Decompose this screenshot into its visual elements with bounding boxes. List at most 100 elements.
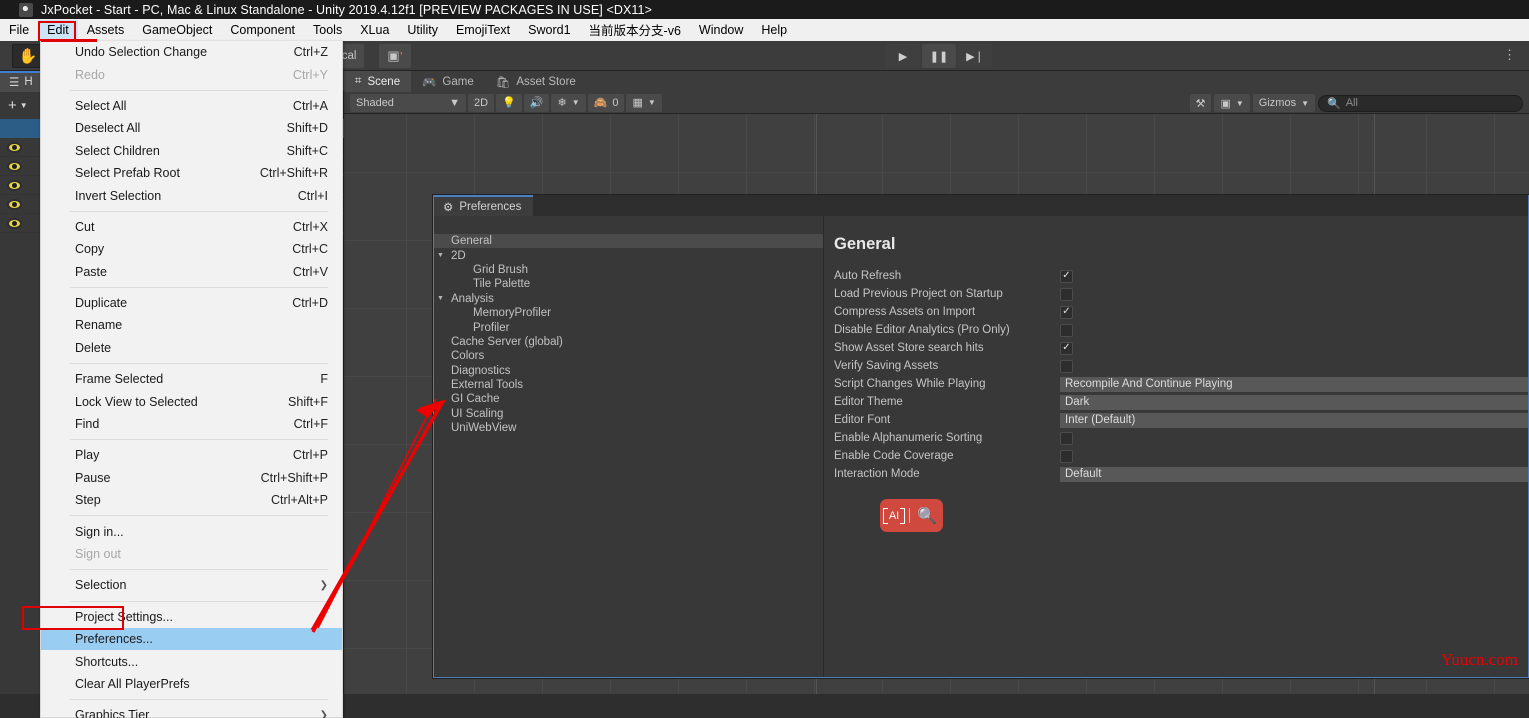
draw-mode-dropdown[interactable]: Shaded ▼ — [350, 93, 466, 112]
settings-rows: Auto Refresh ✓ Load Previous Project on St… — [834, 267, 1528, 483]
light-bulb-icon[interactable]: 💡 — [496, 93, 522, 112]
edit-menu-item-delete[interactable]: Delete — [41, 337, 342, 359]
speaker-icon[interactable]: 🔊 — [523, 93, 550, 112]
pref-category-memoryprofiler[interactable]: MemoryProfiler — [434, 306, 823, 320]
toggle-2d-button[interactable]: 2D — [468, 93, 495, 112]
pref-category-grid-brush[interactable]: Grid Brush — [434, 263, 823, 277]
edit-menu-item-undo-selection-change[interactable]: Undo Selection Change Ctrl+Z — [41, 41, 342, 63]
edit-menu-item-copy[interactable]: Copy Ctrl+C — [41, 238, 342, 260]
setting-checkbox[interactable]: ✓ — [1060, 341, 1073, 355]
eye-off-icon[interactable]: 🙈 0 — [587, 93, 625, 112]
pref-category-colors[interactable]: Colors — [434, 349, 823, 363]
setting-dropdown[interactable]: Default — [1060, 466, 1528, 482]
pref-category-label: UniWebView — [451, 422, 517, 435]
edit-menu-item-play[interactable]: Play Ctrl+P — [41, 444, 342, 466]
pref-category-tile-palette[interactable]: Tile Palette — [434, 277, 823, 291]
scene-search-input[interactable]: 🔍 All — [1318, 94, 1523, 112]
tab-hierarchy[interactable]: ☰ H — [0, 70, 42, 92]
edit-menu-item-project-settings[interactable]: Project Settings... — [41, 606, 342, 628]
setting-label: Editor Theme — [834, 396, 903, 408]
add-gameobject-button[interactable]: + ▼ — [8, 97, 28, 114]
pref-category-uniwebview[interactable]: UniWebView — [434, 421, 823, 435]
chevron-down-icon[interactable]: ▼ — [434, 252, 447, 259]
edit-menu-item-lock-view-to-selected[interactable]: Lock View to Selected Shift+F — [41, 390, 342, 412]
setting-row: Script Changes While Playing Recompile An… — [834, 375, 1528, 393]
pref-category-profiler[interactable]: Profiler — [434, 320, 823, 334]
edit-menu-item-preferences[interactable]: Preferences... — [41, 627, 342, 651]
pref-category-ui-scaling[interactable]: UI Scaling — [434, 407, 823, 421]
pause-icon[interactable]: ❚❚ — [922, 44, 956, 68]
menu-item-emojitext[interactable]: EmojiText — [447, 20, 519, 40]
pref-category-gi-cache[interactable]: GI Cache — [434, 392, 823, 406]
menu-item-gameobject[interactable]: GameObject — [133, 20, 221, 40]
edit-menu-item-step[interactable]: Step Ctrl+Alt+P — [41, 489, 342, 511]
setting-row: Compress Assets on Import ✓ — [834, 303, 1528, 321]
edit-menu-item-sign-in[interactable]: Sign in... — [41, 520, 342, 542]
setting-checkbox[interactable] — [1060, 449, 1073, 463]
edit-menu-item-deselect-all[interactable]: Deselect All Shift+D — [41, 117, 342, 139]
menu-item-assets[interactable]: Assets — [78, 20, 134, 40]
edit-menu-item-rename[interactable]: Rename — [41, 314, 342, 336]
setting-checkbox[interactable] — [1060, 323, 1073, 337]
ai-search-button[interactable]: AI 🔍 — [880, 499, 943, 532]
gizmos-dropdown[interactable]: Gizmos ▼ — [1252, 94, 1315, 112]
edit-menu-item-cut[interactable]: Cut Ctrl+X — [41, 216, 342, 238]
edit-menu-item-select-all[interactable]: Select All Ctrl+A — [41, 95, 342, 117]
edit-menu-item-frame-selected[interactable]: Frame Selected F — [41, 368, 342, 390]
setting-checkbox[interactable] — [1060, 359, 1073, 373]
setting-checkbox[interactable]: ✓ — [1060, 269, 1073, 283]
pref-category-2d[interactable]: ▼ 2D — [434, 248, 823, 262]
menu-item-utility[interactable]: Utility — [398, 20, 447, 40]
eye-visibility-icon[interactable] — [7, 198, 22, 210]
setting-dropdown[interactable]: Dark — [1060, 394, 1528, 410]
edit-menu-item-duplicate[interactable]: Duplicate Ctrl+D — [41, 292, 342, 314]
edit-menu-item-pause[interactable]: Pause Ctrl+Shift+P — [41, 467, 342, 489]
setting-checkbox[interactable]: ✓ — [1060, 305, 1073, 319]
menu-item--v6[interactable]: 当前版本分支-v6 — [580, 20, 690, 40]
eye-visibility-icon[interactable] — [7, 179, 22, 191]
edit-menu-item-paste[interactable]: Paste Ctrl+V — [41, 261, 342, 283]
edit-menu-item-select-children[interactable]: Select Children Shift+C — [41, 140, 342, 162]
menu-item-file[interactable]: File — [0, 20, 38, 40]
setting-checkbox[interactable] — [1060, 431, 1073, 445]
hidden-object-count: 0 — [612, 96, 619, 109]
edit-menu-item-invert-selection[interactable]: Invert Selection Ctrl+I — [41, 184, 342, 206]
tab-asset-store[interactable]: 🛍 Asset Store — [485, 71, 587, 92]
effects-icon[interactable]: ❄ ▼ — [551, 93, 586, 112]
pref-category-general[interactable]: General — [434, 234, 823, 249]
step-icon[interactable]: ▶❘ — [958, 44, 992, 68]
setting-checkbox[interactable] — [1060, 287, 1073, 301]
tab-preferences[interactable]: ⚙ Preferences — [434, 195, 534, 216]
setting-dropdown[interactable]: Recompile And Continue Playing — [1060, 376, 1528, 392]
grid-snap-icon[interactable]: ▣’ — [379, 44, 411, 68]
eye-visibility-icon[interactable] — [7, 160, 22, 172]
menu-item-component[interactable]: Component — [221, 20, 304, 40]
menu-item-help[interactable]: Help — [752, 20, 796, 40]
setting-dropdown[interactable]: Inter (Default) — [1060, 412, 1528, 428]
tools-icon[interactable]: ⚒ — [1189, 94, 1212, 112]
kebab-menu-icon[interactable]: ⋮ — [1503, 48, 1518, 63]
pref-category-diagnostics[interactable]: Diagnostics — [434, 364, 823, 378]
play-icon[interactable]: ▶ — [886, 44, 920, 68]
menu-item-edit[interactable]: Edit — [38, 19, 78, 40]
edit-menu-item-shortcuts[interactable]: Shortcuts... — [41, 650, 342, 672]
menu-item-tools[interactable]: Tools — [304, 20, 351, 40]
pref-category-cache-server-global-[interactable]: Cache Server (global) — [434, 335, 823, 349]
chevron-down-icon[interactable]: ▼ — [434, 295, 447, 302]
eye-visibility-icon[interactable] — [7, 217, 22, 229]
eye-visibility-icon[interactable] — [7, 141, 22, 153]
edit-menu-item-clear-all-playerprefs[interactable]: Clear All PlayerPrefs — [41, 673, 342, 695]
camera-icon[interactable]: ▣ ▼ — [1214, 94, 1250, 112]
pref-category-external-tools[interactable]: External Tools — [434, 378, 823, 392]
edit-menu-item-selection[interactable]: Selection ❯ — [41, 574, 342, 596]
menu-item-sword1[interactable]: Sword1 — [519, 20, 579, 40]
pref-category-analysis[interactable]: ▼ Analysis — [434, 292, 823, 306]
tab-scene[interactable]: ⌗ Scene — [344, 71, 412, 92]
menu-item-xlua[interactable]: XLua — [351, 20, 398, 40]
edit-menu-item-select-prefab-root[interactable]: Select Prefab Root Ctrl+Shift+R — [41, 162, 342, 184]
edit-menu-item-graphics-tier[interactable]: Graphics Tier ❯ — [41, 704, 342, 718]
grid-axis-icon[interactable]: ▦ ▼ — [626, 93, 662, 112]
menu-item-window[interactable]: Window — [690, 20, 752, 40]
tab-game[interactable]: 🎮 Game — [411, 71, 485, 92]
edit-menu-item-find[interactable]: Find Ctrl+F — [41, 413, 342, 435]
